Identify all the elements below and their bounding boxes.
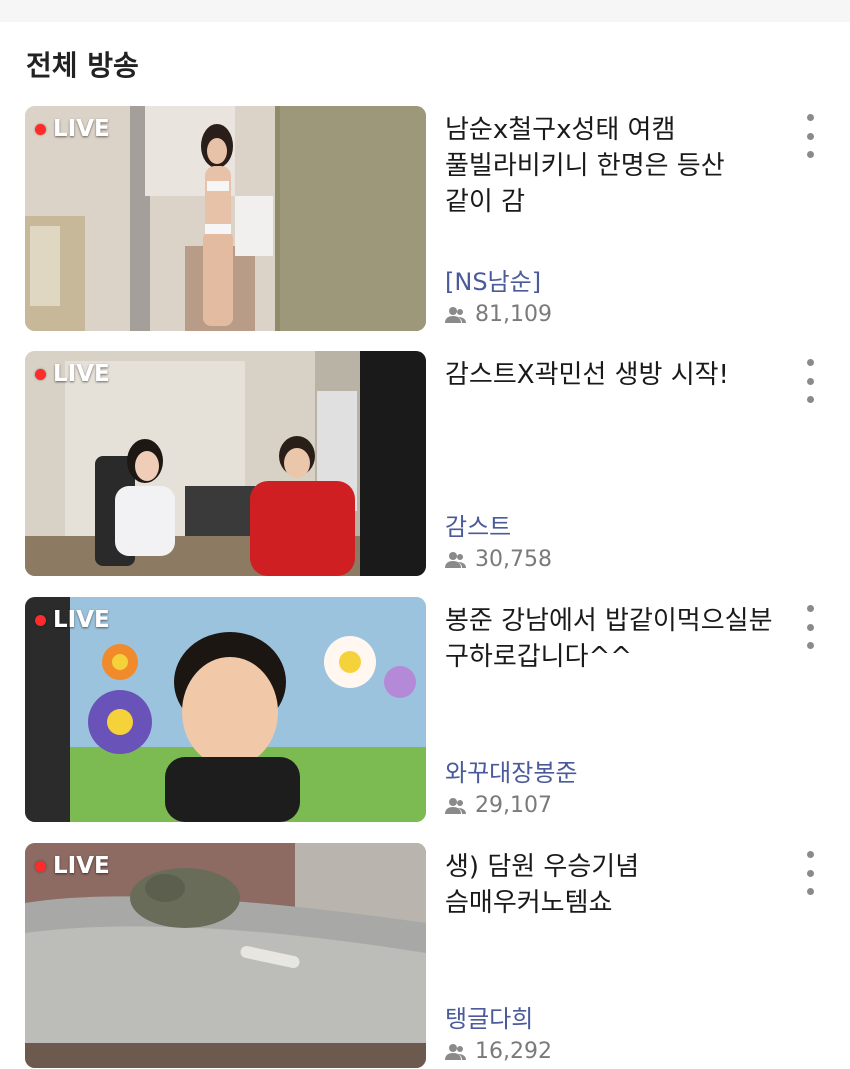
viewer-count-value: 16,292 [475, 1039, 552, 1064]
live-label: LIVE [53, 853, 110, 879]
stream-item[interactable]: LIVE 생) 담원 우승기념 슴매우커노템쇼 탱글다희 16,292 [0, 843, 850, 1069]
people-icon [445, 1043, 466, 1060]
viewer-count: 30,758 [445, 547, 552, 572]
stream-title[interactable]: 남순x철구x성태 여캠 풀빌라비키니 한명은 등산 같이 감 [445, 112, 775, 220]
live-dot-icon [35, 368, 46, 380]
channel-name[interactable]: [NS남순] [445, 262, 541, 297]
stream-title[interactable]: 감스트X곽민선 생방 시작! [445, 357, 775, 393]
live-dot-icon [35, 860, 46, 872]
viewer-count: 81,109 [445, 302, 552, 327]
live-badge: LIVE [35, 361, 110, 387]
live-label: LIVE [53, 607, 110, 633]
stream-thumbnail[interactable]: LIVE [25, 597, 426, 822]
stream-thumbnail[interactable]: LIVE [25, 843, 426, 1068]
people-icon [445, 551, 466, 568]
stream-title[interactable]: 생) 담원 우승기념 슴매우커노템쇼 [445, 849, 775, 921]
live-badge: LIVE [35, 116, 110, 142]
channel-name[interactable]: 감스트 [445, 507, 511, 542]
people-icon [445, 797, 466, 814]
viewer-count: 29,107 [445, 793, 552, 818]
channel-name[interactable]: 와꾸대장봉준 [445, 753, 577, 788]
status-bar-strip [0, 0, 850, 22]
channel-name[interactable]: 탱글다희 [445, 999, 533, 1034]
live-dot-icon [35, 123, 46, 135]
live-badge: LIVE [35, 853, 110, 879]
viewer-count-value: 29,107 [475, 793, 552, 818]
stream-item[interactable]: LIVE 남순x철구x성태 여캠 풀빌라비키니 한명은 등산 같이 감 [NS남… [0, 106, 850, 332]
more-vertical-icon[interactable] [796, 851, 824, 895]
stream-title[interactable]: 봉준 강남에서 밥같이먹으실분 구하로갑니다^^ [445, 603, 775, 675]
stream-thumbnail[interactable]: LIVE [25, 351, 426, 576]
more-vertical-icon[interactable] [796, 114, 824, 158]
live-badge: LIVE [35, 607, 110, 633]
live-label: LIVE [53, 116, 110, 142]
live-label: LIVE [53, 361, 110, 387]
viewer-count-value: 30,758 [475, 547, 552, 572]
live-dot-icon [35, 614, 46, 626]
stream-item[interactable]: LIVE 감스트X곽민선 생방 시작! 감스트 30,758 [0, 351, 850, 577]
more-vertical-icon[interactable] [796, 605, 824, 649]
section-title: 전체 방송 [26, 49, 139, 82]
stream-thumbnail[interactable]: LIVE [25, 106, 426, 331]
people-icon [445, 306, 466, 323]
viewer-count: 16,292 [445, 1039, 552, 1064]
viewer-count-value: 81,109 [475, 302, 552, 327]
stream-item[interactable]: LIVE 봉준 강남에서 밥같이먹으실분 구하로갑니다^^ 와꾸대장봉준 29,… [0, 597, 850, 823]
more-vertical-icon[interactable] [796, 359, 824, 403]
